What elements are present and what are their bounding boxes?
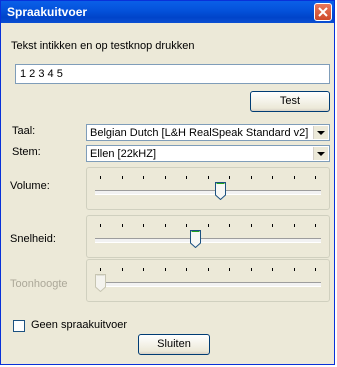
- no-speech-checkbox[interactable]: [13, 320, 25, 332]
- test-text-input[interactable]: 1 2 3 4 5: [15, 64, 330, 84]
- slider-tick: [186, 224, 187, 227]
- voice-select[interactable]: Ellen [22kHZ]: [86, 145, 330, 162]
- slider-tick: [121, 224, 123, 227]
- slider-tick: [100, 176, 101, 179]
- slider-thumb: [95, 274, 106, 293]
- slider-tick: [272, 176, 273, 179]
- test-button[interactable]: Test: [250, 91, 330, 112]
- test-text-value: 1 2 3 4 5: [20, 68, 63, 80]
- language-label: Taal:: [12, 125, 36, 137]
- pitch-label: Toonhoogte: [10, 278, 68, 290]
- slider-tick: [164, 268, 166, 271]
- slider-tick: [100, 224, 101, 227]
- title-bar[interactable]: Spraakuitvoer: [1, 1, 334, 23]
- window-title: Spraakuitvoer: [7, 5, 88, 19]
- slider-tick: [272, 224, 273, 227]
- slider-tick: [164, 176, 166, 179]
- close-button[interactable]: Sluiten: [138, 334, 210, 355]
- pitch-slider-group: [86, 259, 330, 302]
- slider-tick: [143, 268, 144, 271]
- close-window-button[interactable]: [314, 3, 332, 21]
- slider-tick: [315, 224, 316, 227]
- slider-tick: [229, 224, 230, 227]
- language-value: Belgian Dutch [L&H RealSpeak Standard v2…: [90, 127, 309, 139]
- slider-tick: [229, 268, 230, 271]
- slider-tick: [293, 176, 295, 179]
- slider-track: [95, 238, 321, 243]
- slider-tick: [207, 224, 209, 227]
- voice-dropdown-button[interactable]: [313, 147, 328, 160]
- slider-tick: [186, 268, 187, 271]
- slider-tick: [229, 176, 230, 179]
- voice-label: Stem:: [12, 146, 41, 158]
- slider-tick: [143, 224, 144, 227]
- slider-tick: [121, 268, 123, 271]
- slider-tick: [250, 176, 252, 179]
- dialog-body: Tekst intikken en op testknop drukken 1 …: [4, 23, 331, 361]
- language-dropdown-button[interactable]: [313, 126, 328, 139]
- slider-tick: [315, 176, 316, 179]
- slider-tick: [164, 224, 166, 227]
- slider-tick: [121, 176, 123, 179]
- slider-tick: [293, 268, 295, 271]
- slider-tick: [207, 176, 209, 179]
- slider-track: [95, 190, 321, 195]
- speed-label: Snelheid:: [10, 233, 56, 245]
- slider-tick: [143, 176, 144, 179]
- slider-thumb[interactable]: [215, 182, 227, 201]
- chevron-down-icon: [317, 131, 325, 135]
- volume-slider-group: [86, 167, 330, 210]
- slider-track: [95, 282, 321, 287]
- slider-tick: [207, 268, 209, 271]
- slider-thumb[interactable]: [189, 230, 201, 249]
- slider-tick: [250, 224, 252, 227]
- language-select[interactable]: Belgian Dutch [L&H RealSpeak Standard v2…: [86, 124, 330, 141]
- slider-tick: [293, 224, 295, 227]
- speed-slider-group: [86, 215, 330, 258]
- dialog-window: Spraakuitvoer Tekst intikken en op testk…: [0, 0, 335, 365]
- slider-tick: [315, 268, 316, 271]
- slider-tick: [250, 268, 252, 271]
- slider-tick: [186, 176, 187, 179]
- slider-tick: [272, 268, 273, 271]
- slider-tick: [100, 268, 101, 271]
- voice-value: Ellen [22kHZ]: [90, 148, 157, 160]
- volume-label: Volume:: [10, 180, 50, 192]
- test-instruction: Tekst intikken en op testknop drukken: [11, 40, 195, 52]
- close-icon: [318, 7, 328, 17]
- no-speech-label: Geen spraakuitvoer: [31, 319, 127, 331]
- chevron-down-icon: [317, 152, 325, 156]
